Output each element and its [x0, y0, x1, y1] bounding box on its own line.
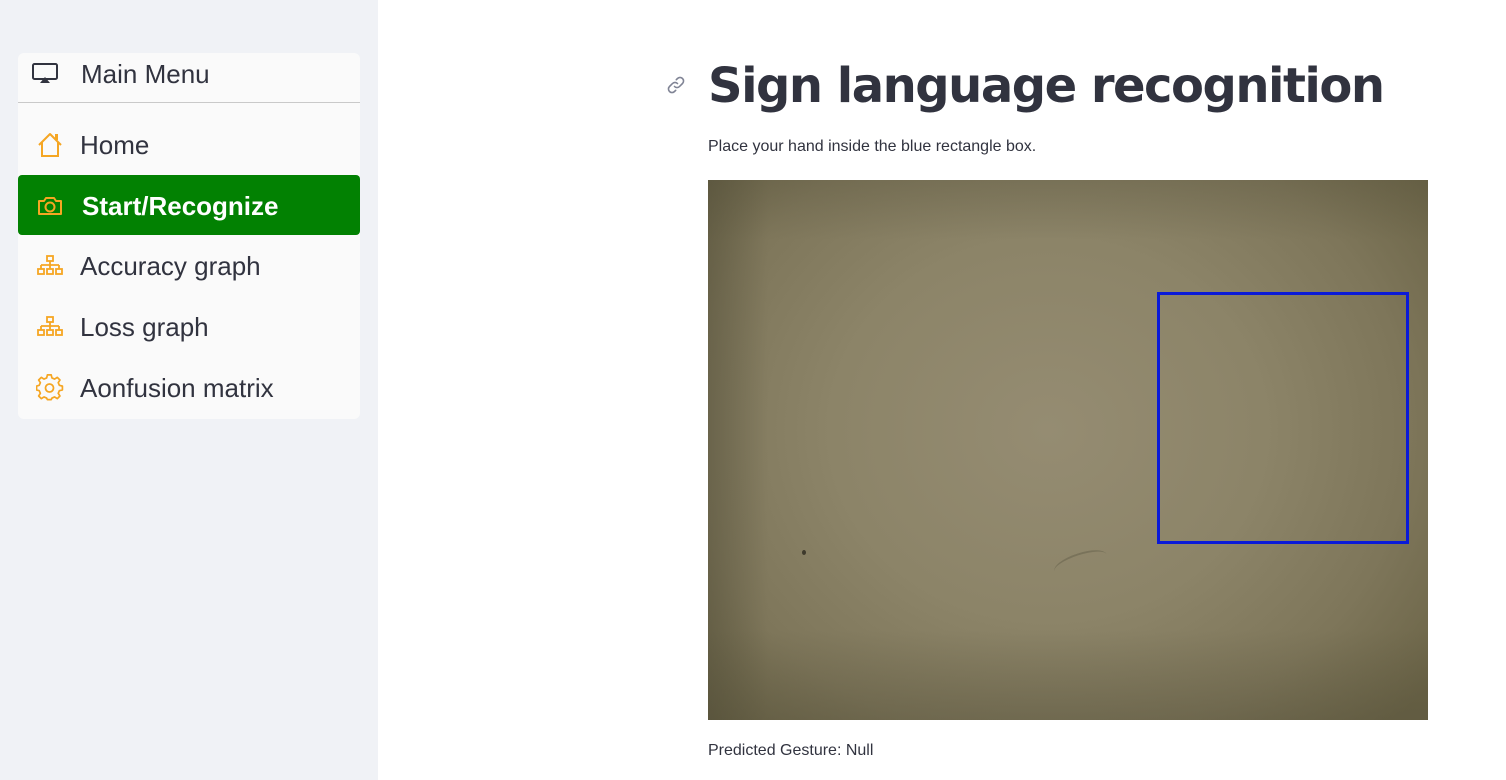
monitor-icon — [31, 62, 61, 86]
diagram-icon — [36, 313, 64, 341]
camera-speck — [802, 550, 806, 555]
main-content: Sign language recognition Place your han… — [378, 0, 1506, 780]
camera-smudge — [1051, 544, 1110, 582]
menu-header: Main Menu — [18, 53, 360, 103]
camera-icon — [36, 192, 64, 220]
menu-item-label: Start/Recognize — [82, 191, 279, 221]
gear-icon — [35, 374, 64, 402]
camera-feed — [708, 180, 1428, 720]
predicted-gesture-text: Predicted Gesture: Null — [708, 742, 874, 759]
camera-vignette — [708, 630, 1428, 720]
app-root: Main Menu Home Start/Recognize Accuracy … — [0, 0, 1506, 780]
menu-item-start-recognize[interactable]: Start/Recognize — [18, 175, 360, 235]
option-menu: Main Menu Home Start/Recognize Accuracy … — [18, 53, 360, 419]
menu-item-label: Loss graph — [80, 312, 209, 342]
diagram-icon — [36, 252, 64, 280]
menu-item-confusion-matrix[interactable]: Aonfusion matrix — [18, 357, 360, 417]
menu-item-home[interactable]: Home — [18, 114, 360, 174]
menu-title: Main Menu — [81, 59, 210, 89]
page-title: Sign language recognition — [708, 58, 1385, 114]
camera-vignette — [708, 180, 1428, 240]
menu-item-label: Home — [80, 130, 150, 160]
house-icon — [36, 131, 64, 159]
link-icon[interactable] — [665, 74, 687, 96]
instruction-text: Place your hand inside the blue rectangl… — [708, 138, 1037, 155]
menu-item-loss-graph[interactable]: Loss graph — [18, 296, 360, 356]
hand-region-box — [1157, 292, 1409, 544]
menu-item-label: Accuracy graph — [80, 251, 261, 281]
menu-item-label: Aonfusion matrix — [80, 373, 274, 403]
menu-item-accuracy-graph[interactable]: Accuracy graph — [18, 235, 360, 295]
sidebar: Main Menu Home Start/Recognize Accuracy … — [0, 0, 378, 780]
